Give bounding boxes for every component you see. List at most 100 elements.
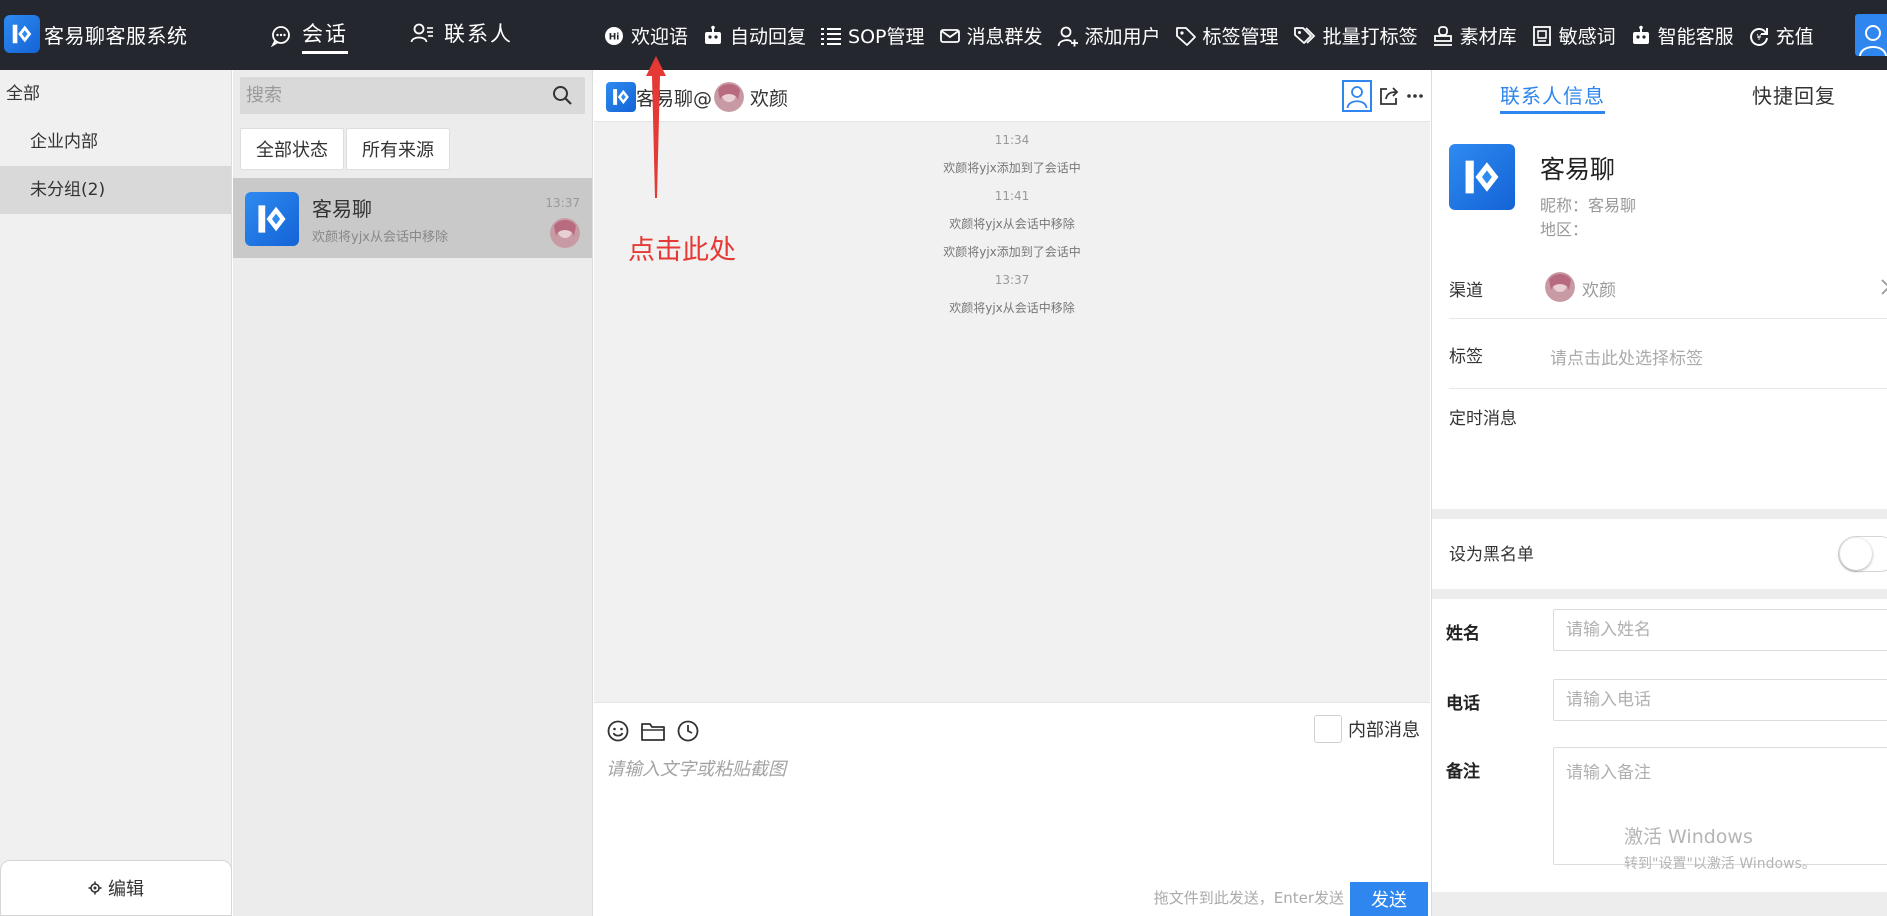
channel-value: 欢颜 xyxy=(1582,281,1616,301)
message-list: 11:34 欢颜将yjx添加到了会话中 11:41 欢颜将yjx从会话中移除 欢… xyxy=(594,126,1430,322)
tag-selector[interactable]: 请点击此处选择标签 xyxy=(1550,344,1703,369)
blacklist-label: 设为黑名单 xyxy=(1449,545,1534,565)
hi-bubble-icon: Hi xyxy=(605,26,623,45)
message-input[interactable] xyxy=(606,755,1416,855)
channel-avatar xyxy=(1545,272,1575,302)
internal-message-checkbox[interactable] xyxy=(1314,715,1342,743)
tag-management-label: 标签管理 xyxy=(1202,26,1279,48)
tab-conversations-label: 会话 xyxy=(302,18,348,54)
robot-icon xyxy=(1632,25,1649,44)
mass-message-button[interactable]: 消息群发 xyxy=(939,22,1043,49)
sop-management-button[interactable]: SOP管理 xyxy=(820,22,925,49)
material-library-button[interactable]: 素材库 xyxy=(1432,22,1517,49)
contact-avatar xyxy=(714,82,745,112)
tab-contacts[interactable]: 联系人 xyxy=(410,18,513,48)
watermark-line-1: 激活 Windows xyxy=(1624,826,1753,848)
recharge-button[interactable]: ¥ 充值 xyxy=(1748,22,1814,49)
folder-icon[interactable] xyxy=(640,719,666,743)
more-icon[interactable] xyxy=(1406,85,1424,107)
welcome-message-button[interactable]: Hi 欢迎语 xyxy=(603,22,688,49)
chevron-right-icon[interactable] xyxy=(1880,278,1887,296)
conversation-time: 13:37 xyxy=(545,196,580,210)
blacklist-toggle[interactable] xyxy=(1838,536,1887,572)
search-icon[interactable] xyxy=(552,85,573,106)
add-user-button[interactable]: 添加用户 xyxy=(1057,22,1161,49)
tab-contacts-label: 联系人 xyxy=(444,22,513,46)
source-filter[interactable]: 所有来源 xyxy=(346,128,450,170)
notes-field-label: 备注 xyxy=(1446,762,1480,782)
edit-groups-button[interactable]: 编辑 xyxy=(0,860,232,916)
watermark-line-2: 转到"设置"以激活 Windows。 xyxy=(1624,856,1816,872)
chat-panel: 客易聊@ 欢颜 11:34 欢颜将yjx添加到了会话中 11:41 欢颜将yjx… xyxy=(594,70,1430,916)
channel-label: 渠道 xyxy=(1449,281,1483,301)
tag-label: 标签 xyxy=(1449,347,1483,367)
phone-input[interactable] xyxy=(1553,679,1887,721)
tab-conversations[interactable]: 会话 xyxy=(270,18,348,54)
top-bar: 客易聊客服系统 会话 联系人 Hi 欢迎语 自动回复 SOP管理 消息群发 添加… xyxy=(0,0,1887,70)
batch-tag-label: 批量打标签 xyxy=(1322,26,1418,48)
chat-header: 客易聊@ 欢颜 xyxy=(594,70,1430,122)
sensitive-words-button[interactable]: 敏感词 xyxy=(1531,22,1616,49)
tag-icon xyxy=(1175,26,1196,46)
scheduled-message-label[interactable]: 定时消息 xyxy=(1449,404,1517,429)
annotation-label: 点击此处 xyxy=(628,235,736,266)
group-ungrouped[interactable]: 未分组(2) xyxy=(0,166,231,214)
gear-icon xyxy=(88,881,102,895)
contact-info-button[interactable] xyxy=(1342,80,1372,112)
book-icon xyxy=(1532,25,1551,46)
app-logo-icon xyxy=(4,15,40,53)
edit-groups-label: 编辑 xyxy=(108,879,144,900)
add-user-label: 添加用户 xyxy=(1084,26,1161,48)
profile-name: 客易聊 xyxy=(1540,155,1616,184)
user-avatar[interactable] xyxy=(1855,14,1887,56)
composer-tools xyxy=(606,719,700,743)
divider xyxy=(1449,318,1887,319)
profile-nickname: 昵称：客易聊 xyxy=(1540,196,1637,215)
auto-reply-button[interactable]: 自动回复 xyxy=(702,22,806,49)
group-all[interactable]: 全部 xyxy=(0,70,231,118)
sop-management-label: SOP管理 xyxy=(848,26,925,48)
tag-management-button[interactable]: 标签管理 xyxy=(1175,22,1279,49)
chat-bubble-icon xyxy=(270,26,290,47)
conversation-item[interactable]: 客易聊 欢颜将yjx从会话中移除 13:37 xyxy=(233,178,592,258)
filter-row: 全部状态 所有来源 xyxy=(240,128,450,170)
recharge-label: 充值 xyxy=(1775,26,1814,48)
search-input[interactable] xyxy=(240,77,540,114)
name-field-label: 姓名 xyxy=(1446,624,1480,644)
group-internal[interactable]: 企业内部 xyxy=(0,118,231,166)
message-composer: 内部消息 拖文件到此发送，Enter发送 发送 xyxy=(594,702,1430,916)
conversation-logo-icon xyxy=(245,192,299,246)
app-title: 客易聊客服系统 xyxy=(44,23,188,48)
annotation-arrow-icon xyxy=(646,56,666,198)
conversation-preview: 欢颜将yjx从会话中移除 xyxy=(312,230,448,245)
message-time: 13:37 xyxy=(994,273,1030,287)
profile-logo-icon xyxy=(1449,144,1515,210)
user-icon xyxy=(1859,25,1887,56)
tab-quick-reply[interactable]: 快捷回复 xyxy=(1752,80,1836,109)
smart-service-button[interactable]: 智能客服 xyxy=(1630,22,1734,49)
system-message: 欢颜将yjx添加到了会话中 xyxy=(943,161,1081,175)
name-input[interactable] xyxy=(1553,609,1887,651)
internal-message-toggle[interactable]: 内部消息 xyxy=(1314,715,1420,743)
profile-card: 客易聊 昵称：客易聊 地区： 渠道 欢颜 标签 请点击此处选择标签 定时消息 xyxy=(1432,122,1887,509)
welcome-message-label: 欢迎语 xyxy=(631,26,689,48)
message-time: 11:41 xyxy=(994,189,1030,203)
clock-icon[interactable] xyxy=(676,719,700,743)
refresh-icon: ¥ xyxy=(1749,27,1768,46)
status-filter[interactable]: 全部状态 xyxy=(240,128,344,170)
contacts-icon xyxy=(410,23,433,43)
message-time: 11:34 xyxy=(994,133,1030,147)
batch-tag-button[interactable]: 批量打标签 xyxy=(1293,22,1418,49)
windows-activation-watermark: 激活 Windows 转到"设置"以激活 Windows。 xyxy=(1624,822,1816,873)
mass-message-label: 消息群发 xyxy=(966,26,1043,48)
phone-field-label: 电话 xyxy=(1446,694,1480,714)
emoji-icon[interactable] xyxy=(606,719,630,743)
chat-actions xyxy=(1342,80,1424,112)
share-icon[interactable] xyxy=(1378,85,1400,107)
send-button[interactable]: 发送 xyxy=(1350,882,1428,916)
tab-contact-info[interactable]: 联系人信息 xyxy=(1500,80,1605,114)
robot-icon xyxy=(705,25,722,44)
send-hint: 拖文件到此发送，Enter发送 xyxy=(1153,889,1344,907)
tool-menu: Hi 欢迎语 自动回复 SOP管理 消息群发 添加用户 标签管理 批量打标签 素… xyxy=(603,22,1814,49)
brand: 客易聊客服系统 xyxy=(4,15,188,53)
